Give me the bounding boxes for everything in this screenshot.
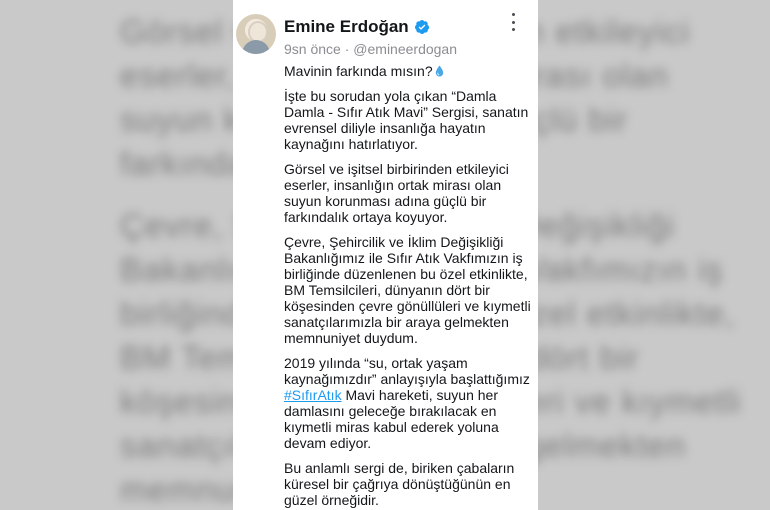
author-handle[interactable]: @emineerdogan [353, 41, 457, 57]
tweet-paragraph: Bu anlamlı sergi de, biriken çabaların k… [284, 460, 515, 508]
tweet-paragraph: İşte bu sorudan yola çıkan “Damla Damla … [284, 88, 529, 152]
more-dot [511, 28, 515, 31]
tweet-paragraph: Çevre, Şehircilik ve İklim Değişikliği B… [284, 234, 531, 346]
tweet-card: Emine Erdoğan 9sn önce · @emineerdogan M… [233, 0, 538, 510]
verified-badge-icon [414, 19, 430, 35]
author-row: Emine Erdoğan [284, 17, 430, 37]
more-dot [511, 20, 515, 24]
more-dot [511, 13, 515, 16]
meta-separator: · [340, 41, 354, 57]
tweet-paragraph: Mavinin farkında mısın? [284, 63, 532, 79]
more-options-icon[interactable] [507, 13, 519, 31]
tweet-paragraph-text: Mavinin farkında mısın? [284, 63, 433, 79]
droplet-emoji-icon [435, 64, 444, 77]
tweet-paragraph-text: 2019 yılında “su, ortak yaşam kaynağımız… [284, 355, 530, 387]
tweet-paragraph: 2019 yılında “su, ortak yaşam kaynağımız… [284, 355, 532, 451]
tweet-text: Mavinin farkında mısın? İşte bu sorudan … [284, 63, 532, 510]
tweet-time[interactable]: 9sn önce [284, 41, 341, 57]
tweet-meta: 9sn önce · @emineerdogan [284, 41, 457, 57]
author-name[interactable]: Emine Erdoğan [284, 17, 409, 37]
avatar-body-shape [242, 40, 270, 54]
hashtag-link[interactable]: #SıfırAtık [284, 387, 342, 403]
tweet-paragraph: Görsel ve işitsel birbirinden etkileyici… [284, 161, 509, 225]
avatar[interactable] [236, 14, 276, 54]
